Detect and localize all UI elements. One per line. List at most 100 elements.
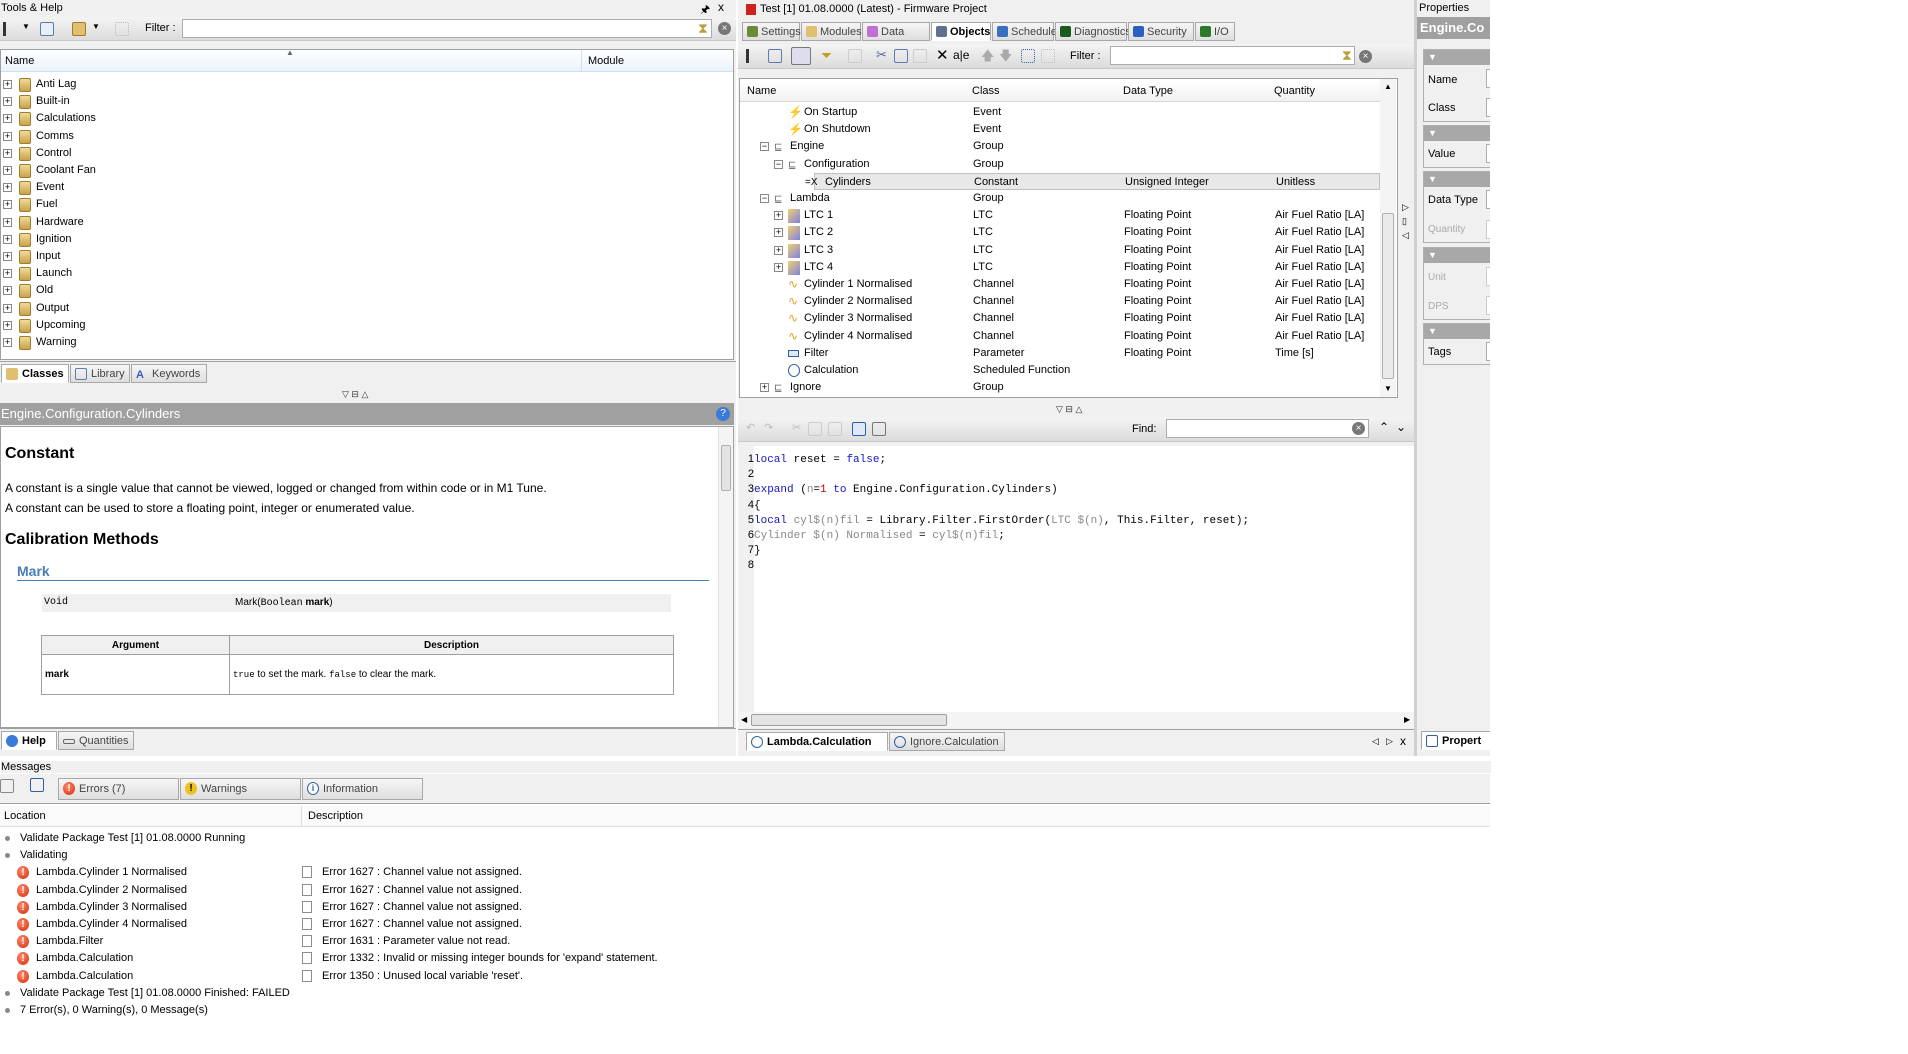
scroll-left-icon[interactable]: ◀ xyxy=(741,715,747,724)
message-row[interactable]: ! Lambda.Calculation Error 1350 : Unused l… xyxy=(0,968,1490,985)
name-field[interactable] xyxy=(1486,69,1490,88)
copy-icon[interactable] xyxy=(30,778,44,792)
objects-scrollbar[interactable]: ▲ ▼ xyxy=(1380,79,1396,397)
object-row[interactable]: − ⊑ Engine Group xyxy=(740,138,1380,155)
tree-item[interactable]: + Event xyxy=(1,179,731,196)
tree-item[interactable]: + Warning xyxy=(1,334,731,351)
filter-icon[interactable]: ⏷ xyxy=(821,47,832,64)
tags-field[interactable] xyxy=(1486,342,1490,361)
tab-help[interactable]: Help xyxy=(1,731,57,750)
message-row[interactable]: ! Lambda.Cylinder 1 Normalised Error 1627 … xyxy=(0,864,1490,881)
collapse-icon[interactable]: − xyxy=(760,194,769,203)
tab-classes[interactable]: Classes xyxy=(1,364,69,383)
column-header-class[interactable]: Class xyxy=(972,80,1000,102)
tab-i-o[interactable]: I/O xyxy=(1195,22,1235,41)
column-header-location[interactable]: Location xyxy=(4,806,46,827)
object-row[interactable]: + LTC 4 LTC Floating Point Air Fuel Ratio [L… xyxy=(740,259,1380,276)
list-icon[interactable] xyxy=(768,49,782,63)
cut-icon[interactable]: ✂ xyxy=(792,421,801,434)
tree-item[interactable]: + Control xyxy=(1,145,731,162)
tree-item[interactable]: + Anti Lag xyxy=(1,76,731,93)
message-row[interactable]: ! Lambda.Calculation Error 1332 : Invalid … xyxy=(0,950,1490,967)
chevron-down-icon[interactable]: ▼ xyxy=(22,22,30,31)
scroll-thumb[interactable] xyxy=(721,445,731,491)
tab-schedule[interactable]: Schedule xyxy=(992,22,1057,41)
chevron-down-icon[interactable]: ▼ xyxy=(92,22,100,31)
clear-filter-icon[interactable]: ⧗ xyxy=(1342,47,1352,64)
tree-item[interactable]: + Input xyxy=(1,248,731,265)
objects-filter-input[interactable] xyxy=(1110,46,1355,65)
find-next-icon[interactable]: ⌄ xyxy=(1396,420,1406,434)
collapse-icon[interactable]: ▼ xyxy=(1424,126,1490,141)
goto-icon[interactable] xyxy=(0,779,14,793)
add-child-icon[interactable] xyxy=(115,22,129,36)
expand-icon[interactable]: + xyxy=(3,303,12,313)
errors-filter-button[interactable]: ! Errors (7) xyxy=(58,778,179,800)
expand-icon[interactable]: + xyxy=(774,262,783,272)
column-header-data-type[interactable]: Data Type xyxy=(1123,80,1173,102)
side-dock-handle[interactable]: ▷ ▯ ◁ xyxy=(1402,200,1409,242)
tab-modules[interactable]: Modules xyxy=(801,22,862,41)
help-icon[interactable]: ? xyxy=(716,407,730,421)
format-icon[interactable] xyxy=(852,422,866,436)
message-row[interactable]: Validating xyxy=(0,847,1490,864)
tree-item[interactable]: + Upcoming xyxy=(1,317,731,334)
cut-icon[interactable]: ✂ xyxy=(876,47,887,63)
expand-icon[interactable]: + xyxy=(774,211,783,221)
collapse-icon[interactable]: ▼ xyxy=(1424,248,1490,263)
expand-icon[interactable]: + xyxy=(760,383,769,393)
find-previous-icon[interactable]: ⌃ xyxy=(1379,420,1389,434)
clear-filter-icon[interactable]: ⧗ xyxy=(698,20,708,37)
close-tab-icon[interactable]: x xyxy=(1400,734,1406,748)
tree-item[interactable]: + Output xyxy=(1,300,731,317)
object-row[interactable]: Calculation Scheduled Function xyxy=(740,362,1380,379)
close-icon[interactable]: x xyxy=(718,0,724,14)
copy-icon[interactable] xyxy=(894,49,908,63)
expand-icon[interactable]: + xyxy=(774,245,783,255)
collapse-icon[interactable]: ▼ xyxy=(1424,324,1490,339)
rename-icon[interactable]: a|e xyxy=(953,48,969,62)
expand-icon[interactable]: + xyxy=(3,269,12,279)
column-header-module[interactable]: Module xyxy=(581,50,731,72)
expand-icon[interactable]: + xyxy=(3,148,12,158)
collapse-all-icon[interactable] xyxy=(1041,49,1055,63)
tab-objects[interactable]: Objects xyxy=(931,22,991,41)
object-row[interactable]: ∿ Cylinder 2 Normalised Channel Floating Po… xyxy=(740,293,1380,310)
object-row[interactable]: − ⊑ Lambda Group xyxy=(740,190,1380,207)
tab-keywords[interactable]: A Keywords xyxy=(131,364,207,383)
paste-icon[interactable] xyxy=(913,49,927,63)
insert-icon[interactable] xyxy=(872,422,886,436)
message-row[interactable]: ! Lambda.Cylinder 2 Normalised Error 1627 … xyxy=(0,882,1490,899)
expand-icon[interactable]: + xyxy=(774,228,783,238)
goto-source-icon[interactable] xyxy=(302,866,312,879)
tree-item[interactable]: + Built-in xyxy=(1,93,731,110)
goto-source-icon[interactable] xyxy=(302,969,312,982)
expand-icon[interactable]: + xyxy=(3,183,12,193)
move-down-icon[interactable]: 🡇 xyxy=(999,47,1012,69)
message-row[interactable]: Validate Package Test [1] 01.08.0000 Fin… xyxy=(0,985,1490,1002)
code-editor[interactable]: 1local reset = false; 2 3expand (n=1 to En… xyxy=(739,446,1415,712)
filter-input[interactable] xyxy=(182,19,712,38)
expand-icon[interactable]: + xyxy=(3,252,12,261)
splitter-handle[interactable]: ▽ ⊟ △ xyxy=(1056,404,1082,415)
object-row[interactable]: − ⊑ Configuration Group xyxy=(740,156,1380,173)
data-type-field[interactable] xyxy=(1486,190,1490,209)
value-field[interactable] xyxy=(1486,144,1490,163)
message-row[interactable]: ! Lambda.Filter Error 1631 : Parameter val… xyxy=(0,933,1490,950)
expand-icon[interactable]: + xyxy=(3,80,12,89)
tab-library[interactable]: Library xyxy=(70,364,130,383)
message-row[interactable]: 7 Error(s), 0 Warning(s), 0 Message(s) xyxy=(0,1002,1490,1019)
expand-icon[interactable]: + xyxy=(3,286,12,296)
find-input[interactable] xyxy=(1166,419,1369,438)
tree-item[interactable]: + Calculations xyxy=(1,110,731,127)
message-row[interactable]: Validate Package Test [1] 01.08.0000 Run… xyxy=(0,830,1490,847)
object-row[interactable]: + LTC 3 LTC Floating Point Air Fuel Ratio [L… xyxy=(740,242,1380,259)
help-scrollbar[interactable] xyxy=(718,427,733,727)
object-row[interactable]: ∿ Cylinder 3 Normalised Channel Floating Po… xyxy=(740,310,1380,327)
tab-quantities[interactable]: Quantities xyxy=(58,731,134,750)
expand-icon[interactable]: + xyxy=(3,338,12,347)
move-up-icon[interactable]: 🡅 xyxy=(981,47,994,69)
editor-hscrollbar[interactable]: ◀ ▶ xyxy=(739,712,1415,728)
tree-item[interactable]: + Ignition xyxy=(1,231,731,248)
message-row[interactable]: ! Lambda.Cylinder 4 Normalised Error 1627 … xyxy=(0,916,1490,933)
